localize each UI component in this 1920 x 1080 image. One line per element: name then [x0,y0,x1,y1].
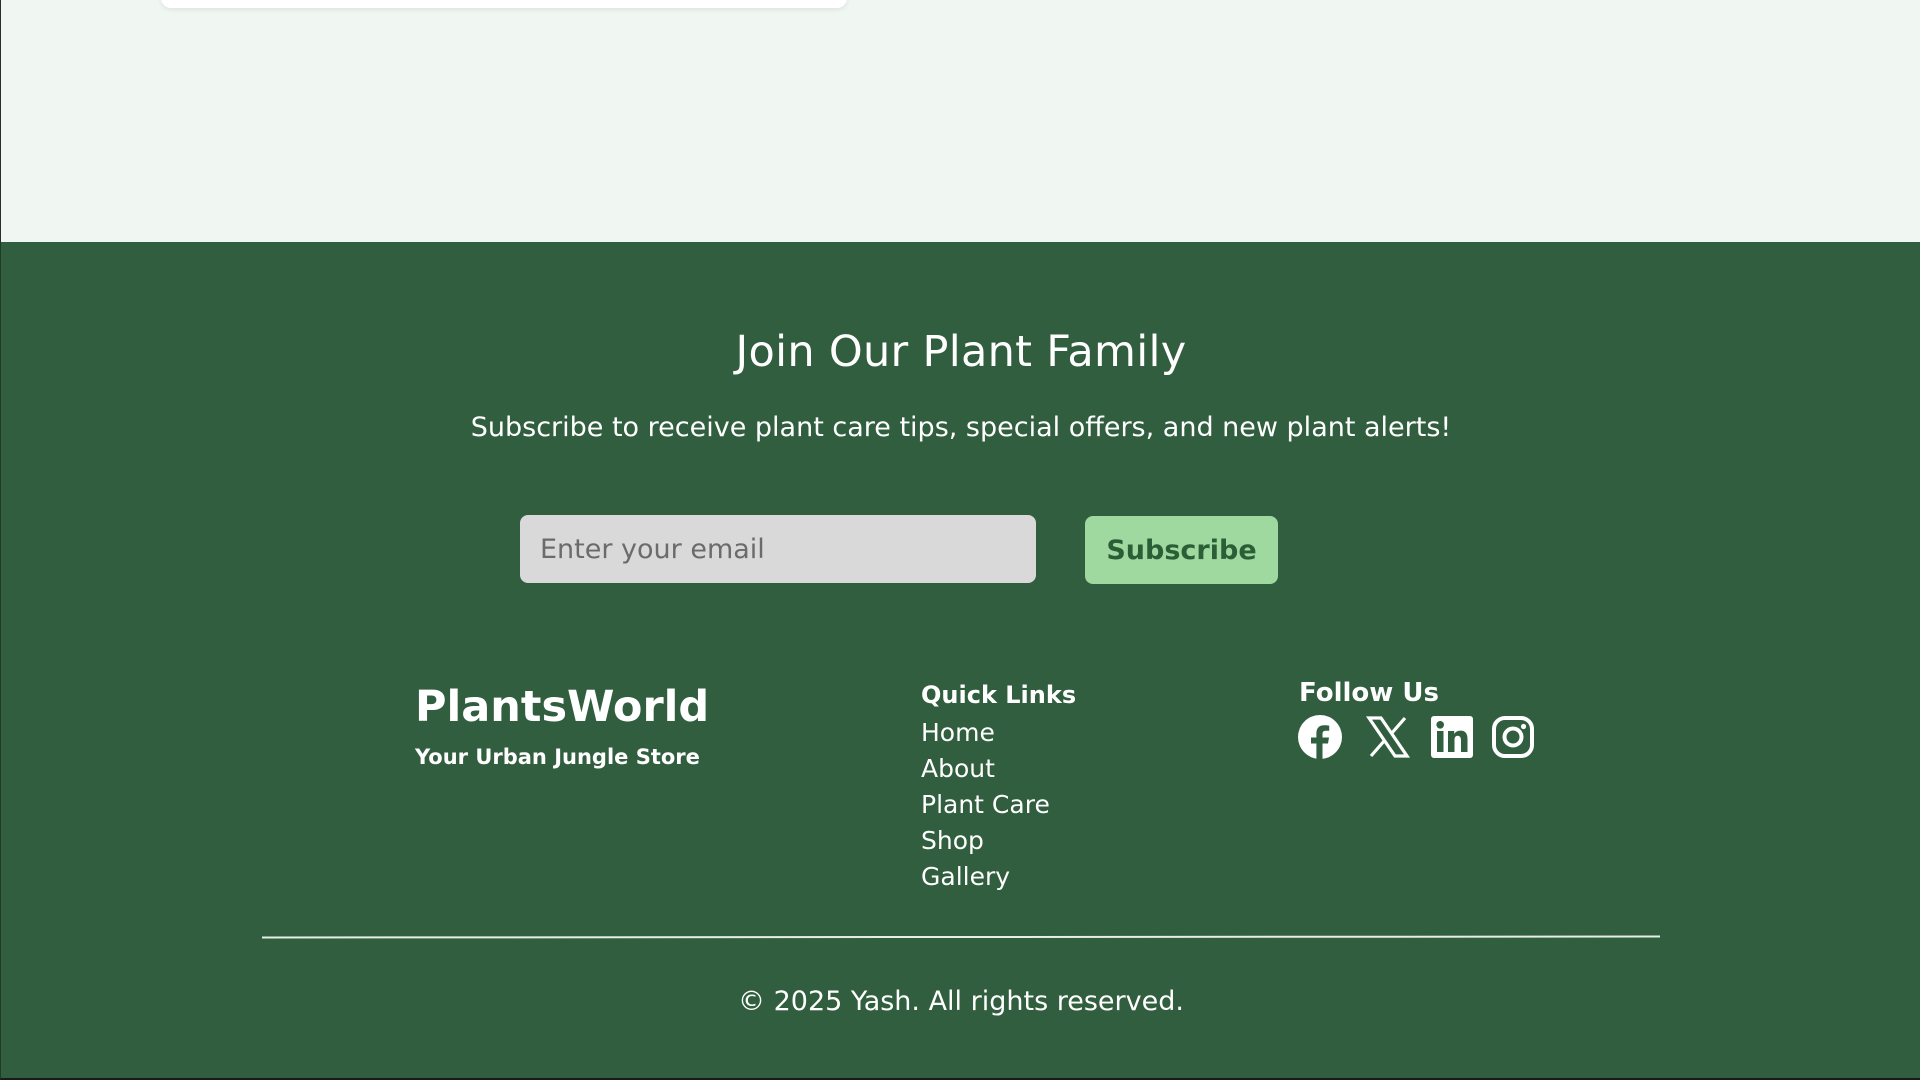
quick-link-home[interactable]: Home [921,715,1050,751]
content-card [161,0,847,8]
quick-link-label[interactable]: Shop [921,826,984,855]
quick-link-plant-care[interactable]: Plant Care [921,787,1050,823]
brand-name: PlantsWorld [415,682,710,732]
quick-link-label[interactable]: Gallery [921,862,1010,891]
brand-tagline: Your Urban Jungle Store [415,745,700,769]
newsletter-title: Join Our Plant Family [735,327,1187,377]
newsletter-subtitle: Subscribe to receive plant care tips, sp… [470,412,1452,443]
quick-link-label[interactable]: Plant Care [921,790,1050,819]
quick-link-label[interactable]: Home [921,718,995,747]
facebook-icon[interactable] [1297,714,1343,760]
instagram-icon[interactable] [1490,714,1536,760]
quick-links-list: Home About Plant Care Shop Gallery [921,715,1050,895]
site-footer: Join Our Plant Family Subscribe to recei… [0,242,1920,1080]
footer-divider [261,935,1661,939]
linkedin-icon[interactable] [1429,714,1475,760]
copyright-text: © 2025 Yash. All rights reserved. [738,986,1184,1017]
subscribe-button[interactable]: Subscribe [1085,516,1278,584]
quick-link-gallery[interactable]: Gallery [921,859,1050,895]
content-section [0,0,1920,242]
quick-link-label[interactable]: About [921,754,995,783]
quick-link-shop[interactable]: Shop [921,823,1050,859]
quick-links-heading: Quick Links [921,681,1077,709]
follow-us-heading: Follow Us [1299,678,1439,708]
email-input[interactable] [520,515,1036,583]
page: Join Our Plant Family Subscribe to recei… [0,0,1920,1080]
x-icon[interactable] [1365,714,1411,760]
quick-link-about[interactable]: About [921,751,1050,787]
